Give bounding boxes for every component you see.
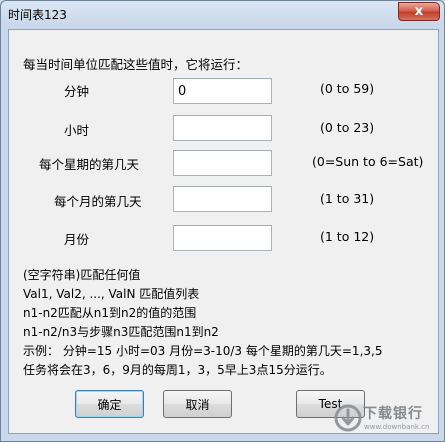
watermark-logo-icon bbox=[334, 404, 362, 432]
hour-range: (0 to 23) bbox=[320, 120, 375, 135]
dialog-content: 每当时间单位匹配这些值时，它将运行： 分钟 (0 to 59) 小时 (0 to… bbox=[8, 29, 439, 434]
day-of-month-label: 每个月的第几天 bbox=[54, 194, 142, 209]
help-line: 任务将会在3，6，9月的每周1，3，5早上3点15分运行。 bbox=[23, 363, 332, 377]
title-bar[interactable]: 时间表123 x bbox=[1, 1, 444, 27]
watermark-site: www.downbank.cn bbox=[364, 423, 430, 431]
day-of-week-input[interactable] bbox=[173, 150, 272, 176]
minute-label: 分钟 bbox=[64, 84, 90, 99]
close-icon: x bbox=[414, 4, 424, 19]
day-of-month-input[interactable] bbox=[173, 186, 272, 212]
watermark: 下载银行 www.downbank.cn bbox=[331, 397, 444, 441]
window-title: 时间表123 bbox=[8, 8, 67, 22]
watermark-brand: 下载银行 bbox=[363, 406, 423, 422]
help-line: n1-n2匹配从n1到n2的值的范围 bbox=[23, 306, 197, 320]
dialog-window: 时间表123 x 每当时间单位匹配这些值时，它将运行： 分钟 (0 to 59)… bbox=[0, 0, 445, 442]
minute-input[interactable] bbox=[173, 78, 272, 104]
ok-button[interactable]: 确定 bbox=[75, 390, 144, 418]
minute-range: (0 to 59) bbox=[320, 81, 375, 96]
close-button[interactable]: x bbox=[398, 2, 440, 21]
help-line: 示例： 分钟=15 小时=03 月份=3-10/3 每个星期的第几天=1,3,5 bbox=[23, 344, 383, 358]
day-of-week-label: 每个星期的第几天 bbox=[39, 157, 140, 172]
month-label: 月份 bbox=[64, 232, 90, 247]
month-range: (1 to 12) bbox=[320, 229, 375, 244]
day-of-week-range: (0=Sun to 6=Sat) bbox=[312, 154, 424, 169]
day-of-month-range: (1 to 31) bbox=[320, 191, 375, 206]
hour-input[interactable] bbox=[173, 115, 272, 141]
help-line: Val1, Val2, ..., ValN 匹配值列表 bbox=[23, 287, 200, 301]
month-input[interactable] bbox=[173, 225, 272, 251]
help-line: n1-n2/n3与步骤n3匹配范围n1到n2 bbox=[23, 325, 219, 339]
hour-label: 小时 bbox=[64, 123, 90, 138]
help-line: (空字符串)匹配任何值 bbox=[23, 268, 141, 282]
intro-text: 每当时间单位匹配这些值时，它将运行： bbox=[23, 57, 249, 72]
cancel-button[interactable]: 取消 bbox=[163, 390, 232, 418]
